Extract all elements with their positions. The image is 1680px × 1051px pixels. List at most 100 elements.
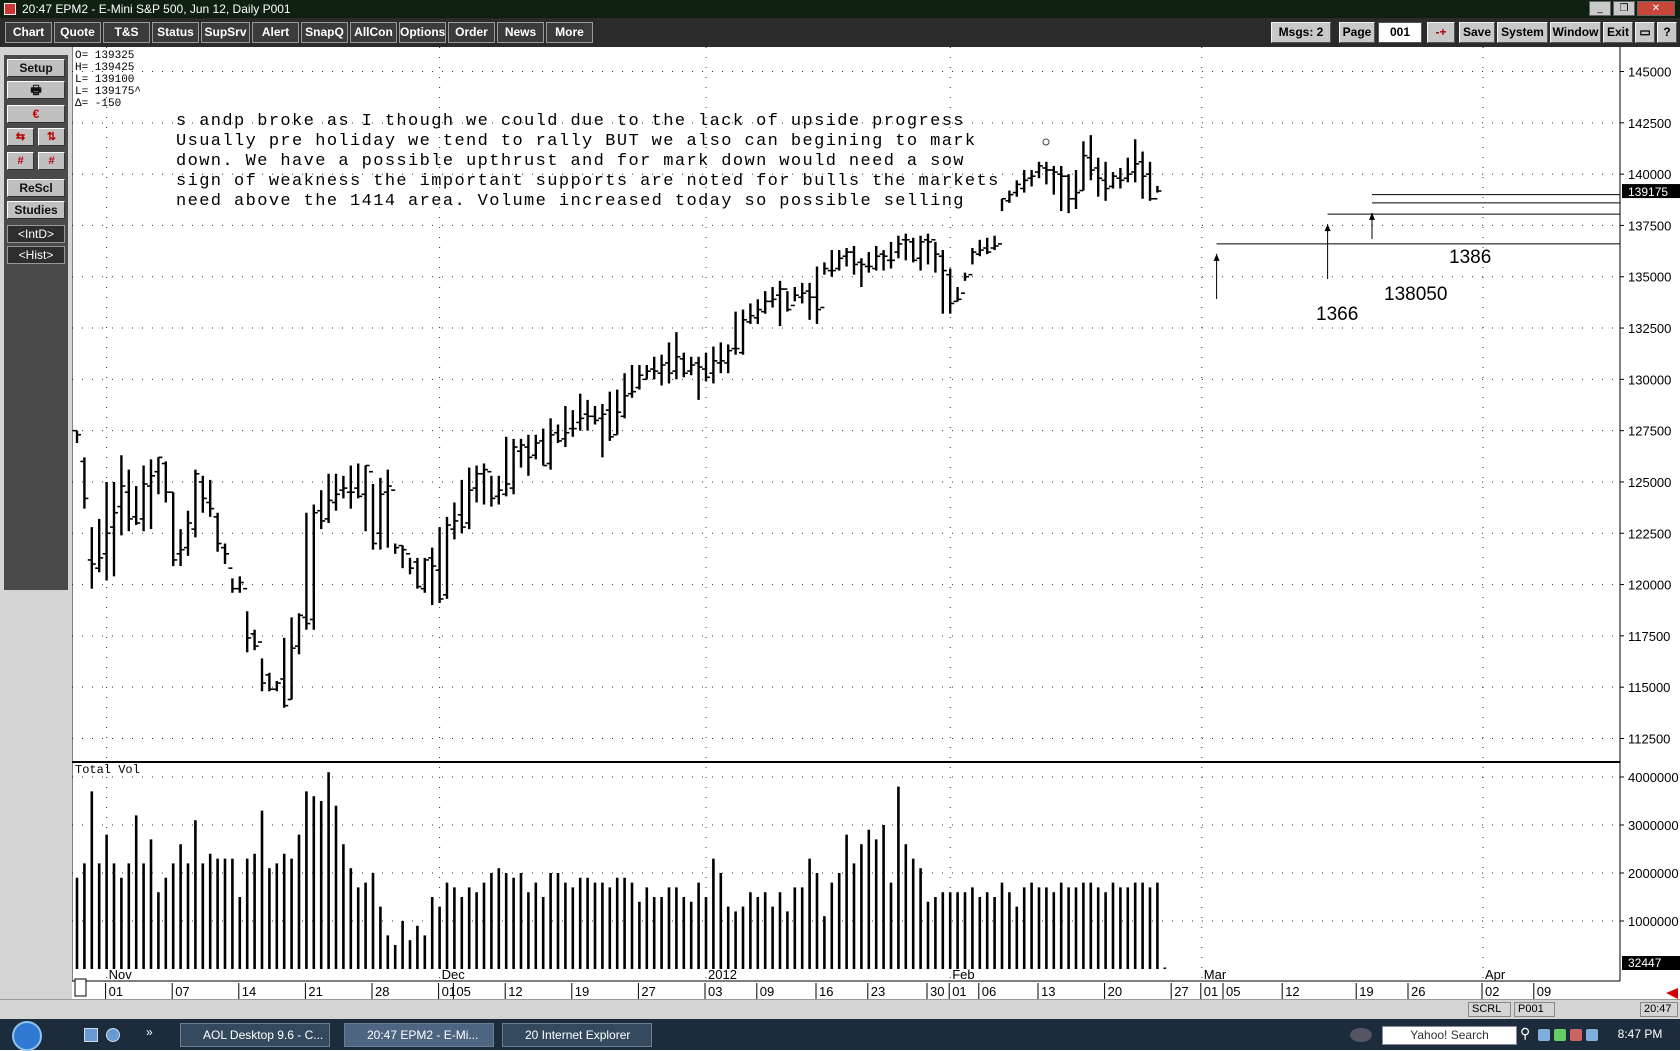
setup-button[interactable]: Setup <box>7 59 65 77</box>
close-button[interactable]: ✕ <box>1637 1 1675 16</box>
date-label: 02 <box>1485 984 1499 999</box>
date-label: 27 <box>641 984 655 999</box>
readout-high: H= 139425 <box>75 62 134 74</box>
os-taskbar: » AOL Desktop 9.6 - C... 20:47 EPM2 - E-… <box>0 1019 1680 1051</box>
tray-icon-1[interactable] <box>1538 1029 1550 1041</box>
date-label: 30 <box>930 984 944 999</box>
exit-button[interactable]: Exit <box>1603 22 1633 43</box>
analyst-note: s andp broke as I though we could due to… <box>176 112 1000 211</box>
last-volume-label: 32447 <box>1628 956 1662 970</box>
alert-button[interactable]: Alert <box>252 22 299 43</box>
price-tick-label: 137500 <box>1628 218 1671 233</box>
snapq-button[interactable]: SnapQ <box>301 22 348 43</box>
main-toolbar: Chart Quote T&S Status SupSrv Alert Snap… <box>0 18 1680 47</box>
page-step-button[interactable]: -+ <box>1427 22 1455 43</box>
note-line-3: down. We have a possible upthrust and fo… <box>176 152 965 171</box>
date-label: 09 <box>760 984 774 999</box>
date-label: 26 <box>1411 984 1425 999</box>
date-label: 07 <box>175 984 189 999</box>
draw-vertical-icon[interactable]: ⇅ <box>38 128 65 146</box>
date-label: 13 <box>1041 984 1055 999</box>
status-button[interactable]: Status <box>152 22 199 43</box>
supsrv-button[interactable]: SupSrv <box>201 22 250 43</box>
start-button[interactable] <box>12 1021 42 1051</box>
price-tick-label: 125000 <box>1628 475 1671 490</box>
show-desktop-icon[interactable] <box>84 1028 98 1042</box>
price-tick-label: 130000 <box>1628 372 1671 387</box>
grid-tool-icon[interactable]: # <box>7 152 34 170</box>
note-line-2: Usually pre holiday we tend to rally BUT… <box>176 132 977 151</box>
date-label: 05 <box>456 984 470 999</box>
tile-windows-icon[interactable]: ▭ <box>1635 22 1655 43</box>
status-time: 20:47 <box>1640 1002 1678 1017</box>
date-label: 03 <box>708 984 722 999</box>
search-icon[interactable]: ⚲ <box>1520 1025 1530 1042</box>
price-tick-label: 132500 <box>1628 321 1671 336</box>
messages-button[interactable]: Msgs: 2 <box>1271 22 1331 43</box>
restore-button[interactable]: ❐ <box>1613 1 1635 16</box>
time-and-sales-button[interactable]: T&S <box>103 22 150 43</box>
task-internet-explorer[interactable]: 20 Internet Explorer <box>502 1023 652 1047</box>
date-label: 20 <box>1108 984 1122 999</box>
date-label: 12 <box>508 984 522 999</box>
rescale-button[interactable]: ReScl <box>7 179 65 197</box>
date-label: 28 <box>375 984 389 999</box>
page-number-input[interactable]: 001 <box>1378 22 1422 43</box>
month-label: 2012 <box>708 967 737 982</box>
last-price-label: 139175 <box>1628 185 1668 199</box>
price-tick-label: 145000 <box>1628 65 1671 80</box>
tray-icon-2[interactable] <box>1554 1029 1566 1041</box>
ie-quicklaunch-icon[interactable] <box>106 1028 120 1042</box>
options-button[interactable]: Options <box>399 22 446 43</box>
more-button[interactable]: More <box>546 22 593 43</box>
draw-horizontal-icon[interactable]: ⇆ <box>7 128 34 146</box>
help-button[interactable]: ? <box>1657 22 1677 43</box>
date-label: 27 <box>1174 984 1188 999</box>
volume-tick-label: 1000000 <box>1628 914 1679 929</box>
price-tick-label: 127500 <box>1628 424 1671 439</box>
note-line-4: sign of weakness the important supports … <box>176 172 1000 191</box>
hp-logo-icon[interactable] <box>1350 1028 1372 1042</box>
volume-tick-label: 2000000 <box>1628 866 1679 881</box>
chart-button[interactable]: Chart <box>5 22 52 43</box>
scroll-lock-indicator: SCRL <box>1468 1002 1511 1017</box>
window-button[interactable]: Window <box>1550 22 1601 43</box>
quote-button[interactable]: Quote <box>54 22 101 43</box>
allcon-button[interactable]: AllCon <box>350 22 397 43</box>
chart-area[interactable]: 1366 138050 1386 112500 115000 117500 12000… <box>72 47 1680 999</box>
month-label: Mar <box>1204 967 1227 982</box>
task-chart-window[interactable]: 20:47 EPM2 - E-Mi... <box>344 1023 494 1047</box>
price-tick-label: 140000 <box>1628 167 1671 182</box>
studies-button[interactable]: Studies <box>7 201 65 219</box>
readout-low: L= 139100 <box>75 74 134 86</box>
eraser-icon[interactable]: € <box>7 105 65 123</box>
price-tick-label: 120000 <box>1628 578 1671 593</box>
save-button[interactable]: Save <box>1459 22 1495 43</box>
price-tick-label: 117500 <box>1628 629 1670 644</box>
date-label: 19 <box>575 984 589 999</box>
volume-tick-label: 4000000 <box>1628 770 1679 785</box>
date-label: 19 <box>1359 984 1373 999</box>
system-button[interactable]: System <box>1497 22 1548 43</box>
grid-tool-alt-icon[interactable]: # <box>38 152 65 170</box>
network-icon[interactable] <box>1586 1029 1598 1041</box>
scroll-start-box[interactable] <box>74 978 87 997</box>
date-label: 12 <box>1285 984 1299 999</box>
order-button[interactable]: Order <box>448 22 495 43</box>
task-aol-desktop[interactable]: AOL Desktop 9.6 - C... <box>180 1023 330 1047</box>
minimize-button[interactable]: _ <box>1589 1 1611 16</box>
price-tick-label: 135000 <box>1628 270 1671 285</box>
price-tick-label: 142500 <box>1628 116 1671 131</box>
print-button[interactable]: 🖶 <box>7 81 65 99</box>
marker-label-1366: 1366 <box>1316 304 1358 325</box>
app-icon <box>4 3 16 15</box>
yahoo-search-input[interactable]: Yahoo! Search <box>1382 1026 1517 1045</box>
tray-icon-3[interactable] <box>1570 1029 1582 1041</box>
date-label: 14 <box>242 984 256 999</box>
quicklaunch-overflow-icon[interactable]: » <box>146 1025 153 1039</box>
window-titlebar: 20:47 EPM2 - E-Mini S&P 500, Jun 12, Dai… <box>0 0 1680 18</box>
news-button[interactable]: News <box>497 22 544 43</box>
window-title: 20:47 EPM2 - E-Mini S&P 500, Jun 12, Dai… <box>22 2 291 16</box>
intraday-button[interactable]: <IntD> <box>7 225 65 243</box>
history-button[interactable]: <Hist> <box>7 246 65 264</box>
